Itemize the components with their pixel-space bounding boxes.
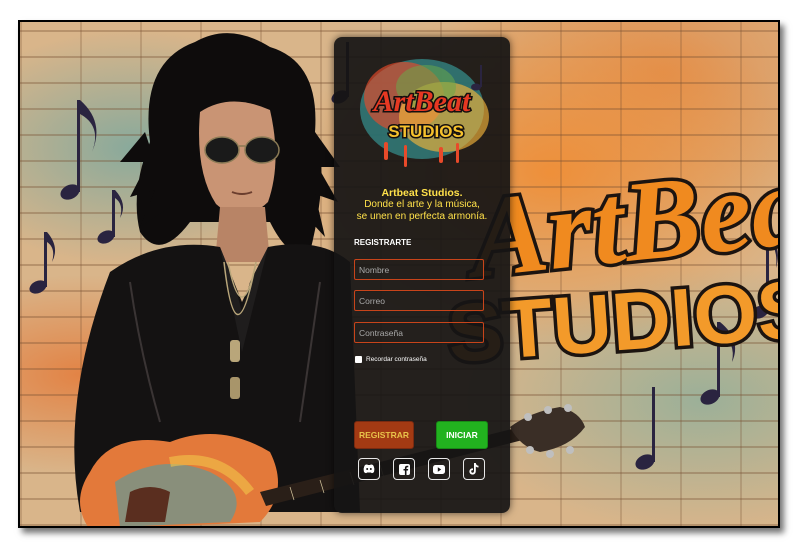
brand-name: Artbeat Studios.: [381, 187, 463, 199]
app-frame: ArtBeat STUDIOS ArtBeat STUDIOS Artbeat …: [18, 20, 780, 528]
brand-text: Artbeat Studios. Donde el arte y la músi…: [334, 187, 510, 223]
tiktok-icon: [469, 463, 479, 475]
remember-password: Recordar contraseña: [355, 356, 427, 363]
discord-icon: [363, 464, 375, 474]
tiktok-button[interactable]: [463, 458, 485, 480]
logo-line1: ArtBeat: [372, 85, 472, 118]
registration-panel: ArtBeat STUDIOS Artbeat Studios. Donde e…: [334, 37, 510, 513]
facebook-button[interactable]: [393, 458, 415, 480]
remember-label: Recordar contraseña: [366, 356, 427, 363]
remember-checkbox[interactable]: [355, 356, 362, 363]
facebook-icon: [398, 463, 410, 475]
form-title: REGISTRARTE: [354, 238, 412, 247]
register-button[interactable]: REGISTRAR: [354, 421, 414, 449]
discord-button[interactable]: [358, 458, 380, 480]
logo-line2: STUDIOS: [388, 122, 464, 141]
youtube-button[interactable]: [428, 458, 450, 480]
tagline-line2: se unen en perfecta armonía.: [356, 211, 488, 222]
email-input[interactable]: [354, 290, 484, 311]
artbeat-logo: ArtBeat STUDIOS: [360, 59, 489, 167]
youtube-icon: [433, 464, 445, 474]
password-input[interactable]: [354, 322, 484, 343]
name-input[interactable]: [354, 259, 484, 280]
tagline-line1: Donde el arte y la música,: [364, 199, 480, 210]
login-button[interactable]: INICIAR: [436, 421, 488, 449]
